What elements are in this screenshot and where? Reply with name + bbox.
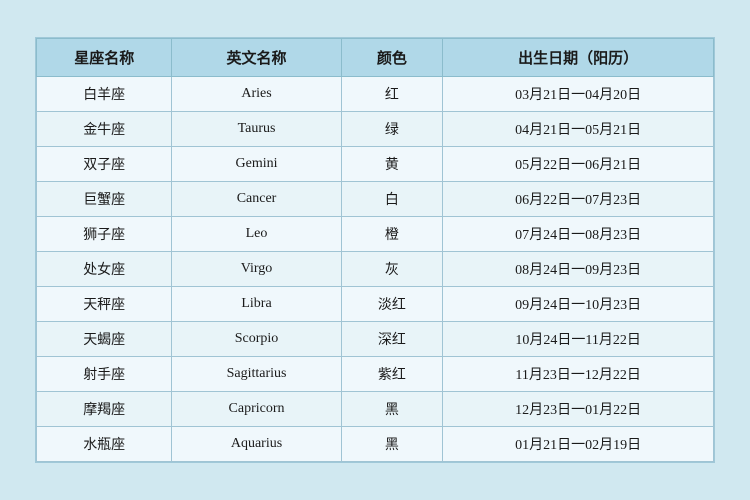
cell-color: 白 [341, 182, 443, 217]
cell-english: Scorpio [172, 322, 341, 357]
cell-chinese: 处女座 [37, 252, 172, 287]
cell-english: Aries [172, 77, 341, 112]
table-body: 白羊座Aries红03月21日一04月20日金牛座Taurus绿04月21日一0… [37, 77, 714, 462]
cell-chinese: 天蝎座 [37, 322, 172, 357]
cell-chinese: 双子座 [37, 147, 172, 182]
cell-chinese: 天秤座 [37, 287, 172, 322]
table-header-row: 星座名称 英文名称 颜色 出生日期（阳历） [37, 39, 714, 77]
cell-english: Aquarius [172, 427, 341, 462]
table-row: 天秤座Libra淡红09月24日一10月23日 [37, 287, 714, 322]
cell-date: 04月21日一05月21日 [443, 112, 714, 147]
cell-color: 深红 [341, 322, 443, 357]
cell-english: Leo [172, 217, 341, 252]
table-row: 白羊座Aries红03月21日一04月20日 [37, 77, 714, 112]
cell-date: 06月22日一07月23日 [443, 182, 714, 217]
cell-color: 紫红 [341, 357, 443, 392]
table-row: 天蝎座Scorpio深红10月24日一11月22日 [37, 322, 714, 357]
cell-date: 01月21日一02月19日 [443, 427, 714, 462]
table-row: 水瓶座Aquarius黑01月21日一02月19日 [37, 427, 714, 462]
cell-date: 10月24日一11月22日 [443, 322, 714, 357]
cell-color: 淡红 [341, 287, 443, 322]
cell-chinese: 狮子座 [37, 217, 172, 252]
cell-color: 红 [341, 77, 443, 112]
header-color: 颜色 [341, 39, 443, 77]
header-date: 出生日期（阳历） [443, 39, 714, 77]
zodiac-table: 星座名称 英文名称 颜色 出生日期（阳历） 白羊座Aries红03月21日一04… [36, 38, 714, 462]
table-row: 双子座Gemini黄05月22日一06月21日 [37, 147, 714, 182]
cell-chinese: 白羊座 [37, 77, 172, 112]
cell-date: 05月22日一06月21日 [443, 147, 714, 182]
table-row: 处女座Virgo灰08月24日一09月23日 [37, 252, 714, 287]
cell-color: 黑 [341, 392, 443, 427]
cell-chinese: 摩羯座 [37, 392, 172, 427]
cell-date: 09月24日一10月23日 [443, 287, 714, 322]
table-row: 摩羯座Capricorn黑12月23日一01月22日 [37, 392, 714, 427]
cell-chinese: 巨蟹座 [37, 182, 172, 217]
cell-color: 绿 [341, 112, 443, 147]
cell-color: 灰 [341, 252, 443, 287]
table-row: 射手座Sagittarius紫红11月23日一12月22日 [37, 357, 714, 392]
cell-date: 11月23日一12月22日 [443, 357, 714, 392]
cell-english: Taurus [172, 112, 341, 147]
cell-color: 黄 [341, 147, 443, 182]
header-english: 英文名称 [172, 39, 341, 77]
zodiac-table-container: 星座名称 英文名称 颜色 出生日期（阳历） 白羊座Aries红03月21日一04… [35, 37, 715, 463]
cell-color: 黑 [341, 427, 443, 462]
cell-english: Gemini [172, 147, 341, 182]
cell-english: Virgo [172, 252, 341, 287]
table-row: 巨蟹座Cancer白06月22日一07月23日 [37, 182, 714, 217]
cell-english: Capricorn [172, 392, 341, 427]
cell-chinese: 水瓶座 [37, 427, 172, 462]
cell-chinese: 金牛座 [37, 112, 172, 147]
cell-date: 08月24日一09月23日 [443, 252, 714, 287]
cell-date: 07月24日一08月23日 [443, 217, 714, 252]
table-row: 狮子座Leo橙07月24日一08月23日 [37, 217, 714, 252]
cell-color: 橙 [341, 217, 443, 252]
cell-english: Sagittarius [172, 357, 341, 392]
cell-date: 03月21日一04月20日 [443, 77, 714, 112]
cell-date: 12月23日一01月22日 [443, 392, 714, 427]
table-row: 金牛座Taurus绿04月21日一05月21日 [37, 112, 714, 147]
cell-chinese: 射手座 [37, 357, 172, 392]
header-chinese: 星座名称 [37, 39, 172, 77]
cell-english: Libra [172, 287, 341, 322]
cell-english: Cancer [172, 182, 341, 217]
